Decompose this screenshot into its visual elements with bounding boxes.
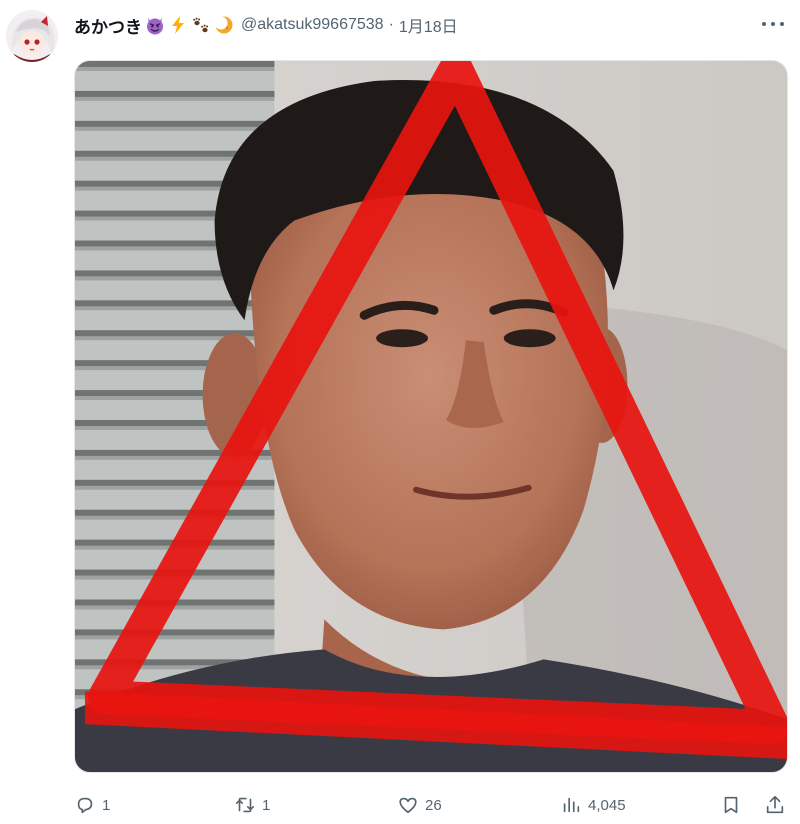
retweet-icon [235, 797, 255, 813]
tweet: あかつき @akatsuk99667538 · 1月18日 1 1 26 4,0… [0, 0, 800, 824]
bookmark-button[interactable] [720, 790, 742, 820]
separator-dot: · [388, 16, 394, 33]
more-dot-icon [780, 22, 784, 26]
avatar-image [6, 10, 58, 62]
tweet-date[interactable]: 1月18日 [399, 13, 458, 37]
reply-icon [77, 797, 93, 814]
bar-chart-views-icon [563, 797, 580, 813]
high-voltage-icon [167, 14, 189, 36]
tweet-header: あかつき @akatsuk99667538 · 1月18日 [74, 12, 458, 38]
more-options-button[interactable] [762, 16, 784, 32]
share-button[interactable] [764, 790, 786, 820]
like-count: 26 [425, 796, 442, 814]
name-emoji-badges [144, 14, 235, 36]
handle[interactable]: @akatsuk99667538 [241, 16, 384, 34]
retweet-count: 1 [262, 796, 271, 814]
tweet-actions: 1 1 26 4,045 [74, 790, 800, 820]
share-icon [766, 795, 784, 814]
views-count: 4,045 [588, 796, 626, 814]
paw-prints-icon [190, 14, 212, 36]
crescent-moon-icon [213, 14, 235, 36]
more-dot-icon [762, 22, 766, 26]
display-name[interactable]: あかつき [74, 13, 142, 38]
photo-image [75, 61, 787, 772]
avatar[interactable] [6, 10, 58, 62]
smiling-devil-icon [144, 14, 166, 36]
tweet-media-photo[interactable] [74, 60, 788, 773]
like-button[interactable]: 26 [397, 790, 442, 820]
reply-button[interactable]: 1 [74, 790, 110, 820]
heart-icon [399, 797, 417, 814]
views-button[interactable]: 4,045 [560, 790, 626, 820]
more-dot-icon [771, 22, 775, 26]
bookmark-icon [724, 796, 738, 814]
reply-count: 1 [102, 796, 111, 814]
retweet-button[interactable]: 1 [234, 790, 270, 820]
